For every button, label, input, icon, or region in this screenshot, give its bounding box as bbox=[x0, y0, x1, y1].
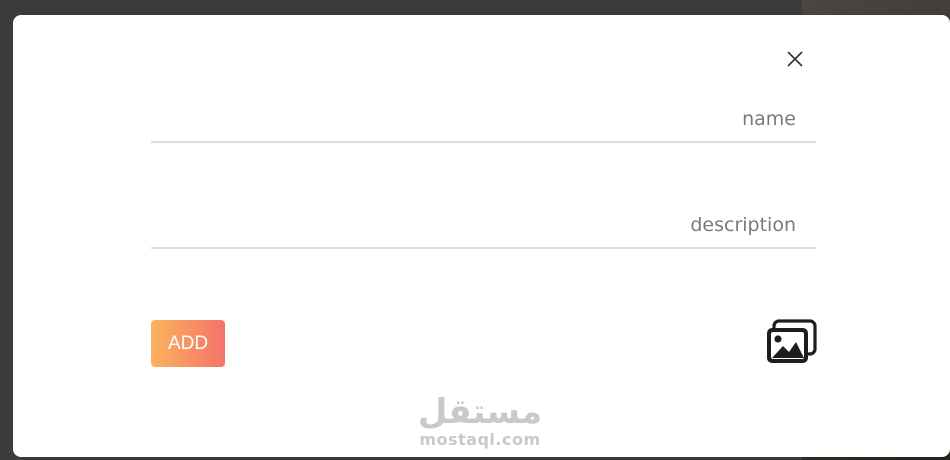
add-button[interactable]: ADD bbox=[151, 320, 225, 367]
images-icon bbox=[767, 319, 817, 363]
mostaql-watermark: مستقل mostaql.com bbox=[405, 393, 555, 449]
watermark-arabic: مستقل bbox=[417, 392, 543, 432]
close-icon bbox=[787, 51, 803, 67]
watermark-latin: mostaql.com bbox=[419, 430, 541, 449]
description-input[interactable] bbox=[151, 203, 816, 247]
add-item-modal: ADD مستقل mostaql.com bbox=[13, 15, 950, 457]
upload-image-button[interactable] bbox=[765, 319, 817, 365]
name-field bbox=[151, 97, 816, 143]
description-field bbox=[151, 203, 816, 249]
name-input[interactable] bbox=[151, 97, 816, 141]
close-button[interactable] bbox=[784, 48, 806, 70]
